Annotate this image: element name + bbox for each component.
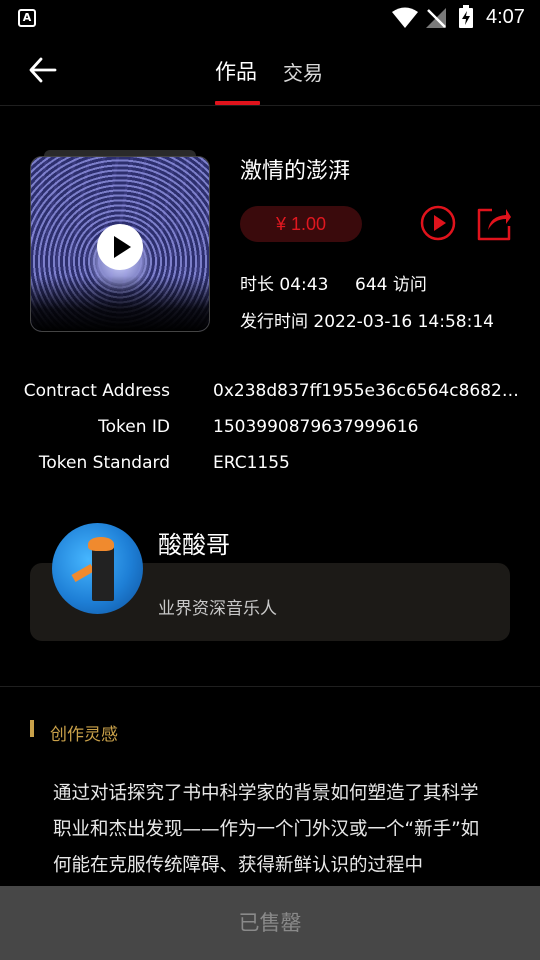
- status-bar: A 4:07: [0, 0, 540, 36]
- tab-trade[interactable]: 交易: [283, 57, 323, 86]
- contract-address-value[interactable]: 0x238d837ff1955e36c6564c86822e…: [213, 381, 523, 401]
- section-marker: [30, 720, 34, 737]
- contract-address-label: Contract Address: [23, 381, 170, 401]
- token-id-value: 1503990879637999616: [213, 417, 419, 437]
- avatar[interactable]: [52, 523, 143, 614]
- release-time: 发行时间 2022-03-16 14:58:14: [240, 312, 494, 332]
- back-arrow-icon[interactable]: [28, 56, 58, 84]
- header-divider: [0, 105, 540, 106]
- battery-charging-icon: [459, 5, 473, 28]
- artist-name: 酸酸哥: [158, 531, 230, 559]
- tab-works[interactable]: 作品: [215, 56, 257, 86]
- token-standard-label: Token Standard: [38, 453, 170, 473]
- artist-description: 业界资深音乐人: [158, 599, 277, 619]
- cover-play-button[interactable]: [97, 224, 143, 270]
- song-visits: 644 访问: [355, 275, 427, 295]
- no-signal-icon: [426, 8, 446, 28]
- inspiration-title: 创作灵感: [50, 725, 118, 745]
- song-duration: 时长 04:43: [240, 275, 329, 295]
- status-time: 4:07: [486, 6, 525, 28]
- play-circle-icon[interactable]: [420, 205, 456, 241]
- price-badge: ¥ 1.00: [240, 206, 362, 242]
- token-id-label: Token ID: [98, 417, 170, 437]
- inspiration-text: 通过对话探究了书中科学家的背景如何塑造了其科学职业和杰出发现——作为一个门外汉或…: [53, 783, 480, 876]
- share-icon[interactable]: [476, 204, 512, 242]
- app-notification-icon: A: [18, 9, 36, 27]
- play-icon: [114, 236, 131, 258]
- wifi-icon: [392, 7, 418, 28]
- token-standard-value: ERC1155: [213, 453, 290, 473]
- song-title: 激情的澎湃: [240, 159, 351, 184]
- section-divider: [0, 686, 540, 687]
- sold-out-button[interactable]: 已售罄: [0, 886, 540, 960]
